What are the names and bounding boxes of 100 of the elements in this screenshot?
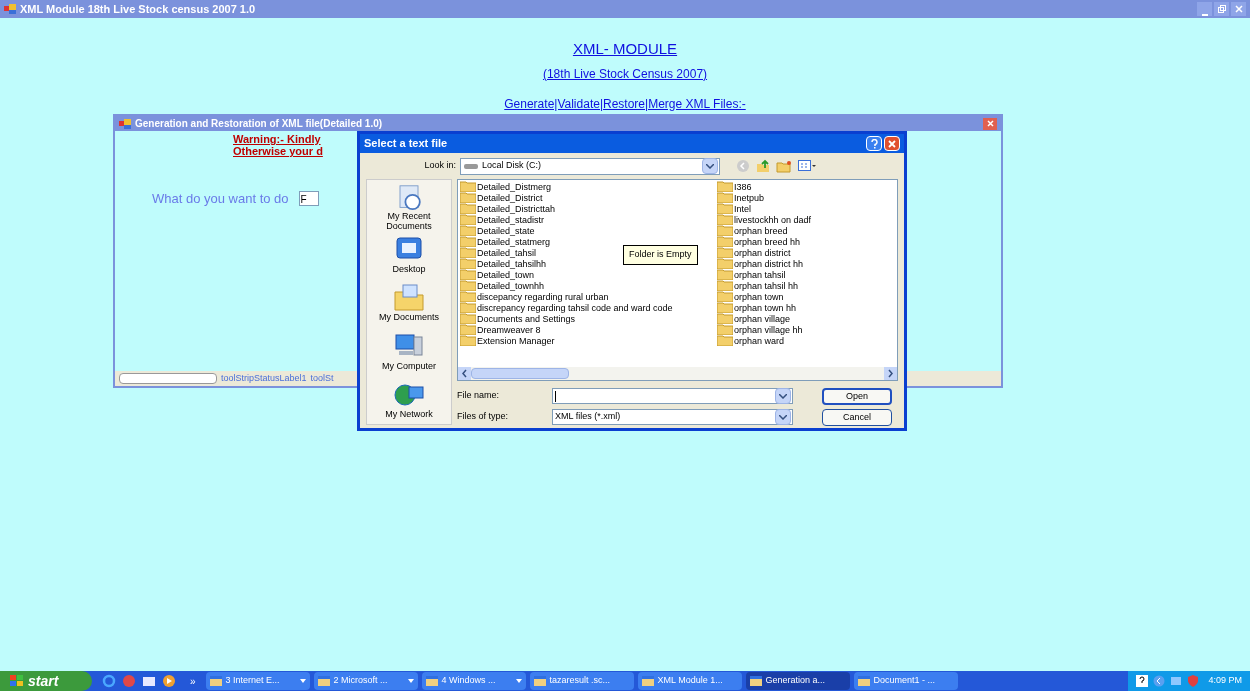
close-button[interactable] [1231, 2, 1246, 16]
folder-icon [717, 247, 733, 258]
caret-icon [515, 679, 522, 683]
taskbar-item[interactable]: Generation a... [745, 672, 850, 690]
place-item[interactable]: My Computer [369, 330, 449, 376]
folder-item[interactable]: orphan district hh [717, 258, 804, 269]
browser-icon[interactable] [102, 674, 116, 688]
app-icon [4, 4, 16, 14]
play-icon[interactable] [162, 674, 176, 688]
folder-item[interactable]: orphan ward [717, 335, 785, 346]
folder-item[interactable]: Detailed_state [460, 225, 535, 236]
folder-item[interactable]: Detailed_District [460, 192, 543, 203]
folder-item[interactable]: Intel [717, 203, 751, 214]
folder-item[interactable]: orphan tahsil hh [717, 280, 799, 291]
folder-item[interactable]: Detailed_Distmerg [460, 181, 552, 192]
folder-item[interactable]: orphan tahsil [717, 269, 786, 280]
tooltip: Folder is Empty [623, 245, 698, 265]
folder-icon [717, 269, 733, 280]
file-type-dropdown[interactable]: XML files (*.xml) [552, 409, 793, 425]
file-type-label: Files of type: [457, 410, 510, 424]
folder-item[interactable]: orphan town [717, 291, 784, 302]
new-folder-icon[interactable] [776, 159, 792, 173]
place-item[interactable]: Desktop [369, 234, 449, 280]
folder-item[interactable]: discepancy regarding rural urban [460, 291, 609, 302]
folder-icon [460, 302, 476, 313]
scroll-left-icon[interactable] [458, 367, 471, 380]
folder-icon [460, 335, 476, 346]
file-name-label: File name: [457, 389, 501, 403]
folder-item[interactable]: Detailed_tahsil [460, 247, 537, 258]
taskbar-item[interactable]: XML Module 1... [637, 672, 742, 690]
file-name-field[interactable] [552, 388, 793, 404]
dialog-button[interactable]: Cancel [822, 409, 892, 426]
folder-icon [717, 280, 733, 291]
place-item[interactable]: My Network [369, 378, 449, 424]
dropdown-button[interactable] [775, 388, 791, 404]
folder-item[interactable]: Detailed_Districttah [460, 203, 556, 214]
horizontal-scrollbar[interactable] [458, 367, 897, 380]
folder-item[interactable]: orphan district [717, 247, 791, 258]
folder-icon [717, 291, 733, 302]
clock: 4:09 PM [1208, 674, 1242, 688]
dialog-button[interactable]: Open [822, 388, 892, 405]
look-in-label: Look in: [423, 159, 456, 173]
window-icon [857, 676, 870, 686]
place-item[interactable]: My Recent Documents [369, 184, 449, 231]
scroll-right-icon[interactable] [884, 367, 897, 380]
dropdown-button[interactable] [702, 158, 718, 174]
folder-item[interactable]: Extension Manager [460, 335, 555, 346]
folder-icon [460, 214, 476, 225]
taskbar-item[interactable]: Document1 - ... [853, 672, 958, 690]
folder-icon [460, 258, 476, 269]
minimize-button[interactable] [1197, 2, 1212, 16]
folder-item[interactable]: discrepancy regarding tahsil code and ward code [460, 302, 673, 313]
folder-item[interactable]: Detailed_tahsilhh [460, 258, 547, 269]
folder-item[interactable]: I386 [717, 181, 752, 192]
taskbar-item[interactable]: 2 Microsoft ... [313, 672, 418, 690]
shield-icon[interactable] [1187, 675, 1200, 687]
taskbar-item[interactable]: 3 Internet E... [205, 672, 310, 690]
folder-item[interactable]: Detailed_statmerg [460, 236, 551, 247]
start-button[interactable]: start [0, 671, 92, 691]
folder-item[interactable]: orphan town hh [717, 302, 797, 313]
minimize-icon [1201, 14, 1208, 16]
folder-item[interactable]: Detailed_stadistr [460, 214, 545, 225]
help-icon[interactable] [1136, 675, 1149, 687]
folder-icon [717, 258, 733, 269]
look-in-dropdown[interactable]: Local Disk (C:) [460, 157, 720, 175]
window-title: XML Module 18th Live Stock census 2007 1.0 [20, 1, 256, 17]
scroll-thumb[interactable] [471, 368, 569, 379]
view-menu-icon[interactable] [798, 160, 816, 172]
folder-item[interactable]: orphan breed [717, 225, 788, 236]
caret-icon [706, 163, 714, 169]
folder-item[interactable]: orphan breed hh [717, 236, 801, 247]
close-button[interactable] [884, 136, 900, 151]
folder-item[interactable]: orphan village hh [717, 324, 803, 335]
folder-icon [460, 247, 476, 258]
folder-item[interactable]: Detailed_town [460, 269, 535, 280]
place-item[interactable]: My Documents [369, 282, 449, 328]
help-button[interactable] [866, 136, 882, 151]
close-icon [888, 139, 896, 148]
restore-button[interactable] [1214, 2, 1229, 16]
status-label: toolStripStatusLabel1 [221, 371, 307, 385]
up-folder-icon[interactable] [756, 159, 770, 173]
close-button[interactable] [983, 117, 997, 130]
back-icon[interactable] [736, 159, 750, 173]
folder-item[interactable]: orphan village [717, 313, 791, 324]
action-dropdown[interactable]: F [298, 191, 319, 207]
circle-icon[interactable] [122, 674, 136, 688]
taskbar-item[interactable]: tazaresult .sc... [529, 672, 634, 690]
caret-icon [299, 679, 306, 683]
folder-item[interactable]: Detailed_townhh [460, 280, 545, 291]
folder-item[interactable]: Dreamweaver 8 [460, 324, 541, 335]
more-button[interactable]: » [190, 673, 196, 689]
folder-icon [460, 324, 476, 335]
folder-item[interactable]: Inetpub [717, 192, 765, 203]
caret-icon [779, 393, 787, 399]
folder-item[interactable]: Documents and Settings [460, 313, 576, 324]
taskbar-item[interactable]: 4 Windows ... [421, 672, 526, 690]
dropdown-button[interactable] [775, 409, 791, 425]
folder-icon [717, 203, 733, 214]
menu-link[interactable]: Generate|Validate|Restore|Merge XML Files:- [504, 94, 746, 113]
folder-item[interactable]: livestockhh on dadf [717, 214, 812, 225]
